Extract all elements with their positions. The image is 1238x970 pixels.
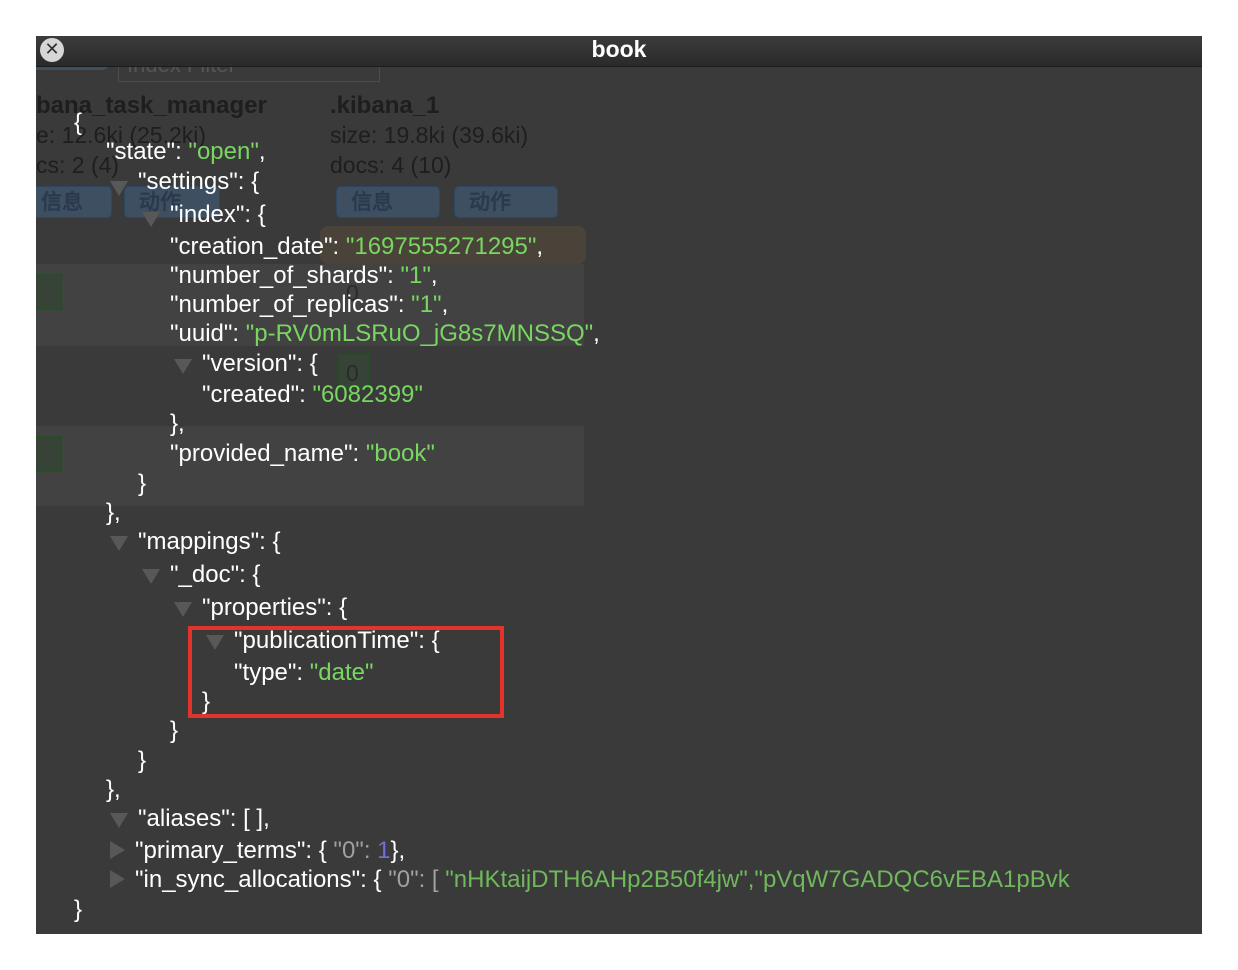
json-modal-window: Index Filter bana_task_manager e: 12.6ki… [36,36,1202,934]
json-line: "created": "6082399" [202,381,423,409]
json-key: "number_of_shards" [170,262,388,289]
json-tail: , [536,233,544,260]
collapse-arrow-icon[interactable] [142,569,160,584]
json-colon: : [ [418,866,446,893]
collapse-arrow-icon[interactable] [174,602,192,617]
json-brace: }, [106,499,121,526]
json-tail: : { [244,201,266,228]
json-brace: } [74,896,83,923]
json-key: "in_sync_allocations" [135,866,361,893]
json-tail: }, [390,837,406,864]
annotation-highlight-box [188,626,504,718]
collapse-arrow-icon[interactable] [110,536,128,551]
json-tree: { "state": "open", "settings": { "index"… [36,36,1202,934]
json-line: "number_of_replicas": "1", [170,291,448,319]
json-tail: , [258,138,266,165]
collapse-arrow-icon[interactable] [110,181,128,196]
json-string: "p-RV0mLSRuO_jG8s7MNSSQ" [245,320,594,347]
json-string: "1697555271295" [345,233,537,260]
json-brace: } [138,470,147,497]
json-key: "version" [202,350,297,377]
expand-arrow-icon[interactable] [110,870,125,888]
json-string: "1" [400,262,431,289]
json-tail: : [ ], [229,805,270,832]
json-punct: : { [360,866,389,893]
json-line: "creation_date": "1697555271295", [170,233,543,261]
json-key: "settings" [138,168,238,195]
collapse-arrow-icon[interactable] [174,359,192,374]
json-line: "_doc": { [170,561,260,589]
json-string: "6082399" [312,381,423,408]
json-key: "mappings" [138,528,260,555]
json-line: "provided_name": "book" [170,440,435,468]
json-line: "index": { [170,201,266,229]
json-key: "properties" [202,594,326,621]
json-key: "uuid" [170,320,233,347]
json-key: "number_of_replicas" [170,291,398,318]
json-line: "aliases": [ ], [138,805,270,833]
json-key: "provided_name" [170,440,353,467]
json-colon: : [299,381,313,408]
json-string: "book" [365,440,435,467]
json-colon: : [232,320,246,347]
json-colon: : [397,291,412,318]
json-line: "properties": { [202,594,347,622]
json-key-muted: "0" [388,866,419,893]
json-brace: } [138,747,147,774]
collapse-arrow-icon[interactable] [142,212,160,227]
json-colon: : [332,233,346,260]
json-string: "nHKtaijDTH6AHp2B50f4jw","pVqW7GADQC6vEB… [445,866,1070,893]
json-line: "number_of_shards": "1", [170,262,438,290]
json-key: "aliases" [138,805,230,832]
json-line: "in_sync_allocations": { "0": [ "nHKtaij… [135,866,1190,894]
json-tail: : { [325,594,348,621]
json-brace: }, [170,410,185,437]
json-key: "index" [170,201,245,228]
json-colon: : [175,138,189,165]
json-line: "uuid": "p-RV0mLSRuO_jG8s7MNSSQ", [170,320,600,348]
json-colon: : [352,440,366,467]
json-line: "state": "open", [106,138,266,166]
json-line: "mappings": { [138,528,280,556]
json-punct: : { [305,837,334,864]
json-key: "primary_terms" [135,837,306,864]
json-tail: : { [259,528,281,555]
json-line: "version": { [202,350,318,378]
json-string: "open" [188,138,259,165]
json-colon: : [387,262,401,289]
collapse-arrow-icon[interactable] [110,813,128,828]
json-tail: , [441,291,449,318]
json-brace: }, [106,776,121,803]
json-key: "creation_date" [170,233,333,260]
json-tail: : { [239,561,261,588]
json-line: "settings": { [138,168,259,196]
json-key: "state" [106,138,176,165]
json-line: "primary_terms": { "0": 1}, [135,837,405,865]
json-key-muted: "0" [333,837,364,864]
json-string: "1" [411,291,442,318]
json-tail: , [593,320,600,347]
json-number: 1 [377,837,391,864]
json-brace: { [74,109,83,136]
json-key: "_doc" [170,561,240,588]
json-key: "created" [202,381,300,408]
json-tail: : { [296,350,318,377]
json-colon: : [363,837,378,864]
json-tail: : { [237,168,260,195]
expand-arrow-icon[interactable] [110,841,125,859]
json-brace: } [170,717,179,744]
json-tail: , [430,262,438,289]
